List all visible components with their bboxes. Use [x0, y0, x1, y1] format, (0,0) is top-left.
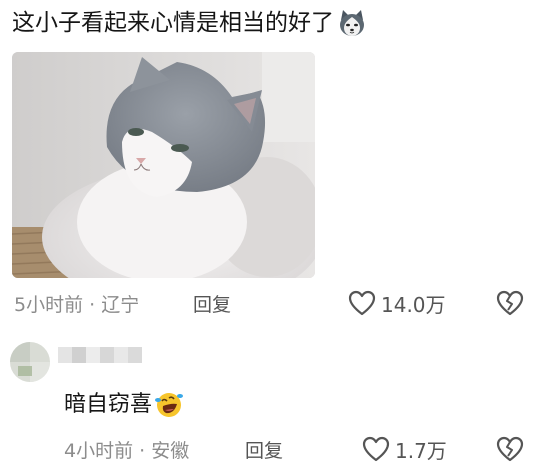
- reply-text-content: 暗自窃喜: [64, 392, 153, 417]
- comment-reply-button[interactable]: 回复: [193, 290, 231, 317]
- reply-like-button[interactable]: 1.7万: [362, 435, 447, 464]
- broken-heart-icon: [496, 436, 524, 462]
- comment-dislike-button[interactable]: [496, 290, 524, 316]
- comment-text: 这小子看起来心情是相当的好了: [12, 8, 367, 38]
- laughing-crying-emoji-icon: [154, 390, 184, 420]
- comment-like-count: 14.0万: [381, 292, 446, 317]
- reply-like-count: 1.7万: [395, 438, 447, 463]
- reply-text: 暗自窃喜: [64, 390, 184, 420]
- comment-time-location: 5小时前 · 辽宁: [14, 293, 140, 316]
- reply-dislike-button[interactable]: [496, 436, 524, 462]
- reply-avatar[interactable]: [10, 342, 50, 382]
- reply-username[interactable]: [58, 344, 148, 366]
- cat-photo[interactable]: [12, 52, 315, 278]
- husky-emoji-icon: [337, 8, 367, 38]
- reply-meta-row: 4小时前 · 安徽 回复 1.7万: [0, 434, 535, 464]
- comment-like-button[interactable]: 14.0万: [348, 289, 446, 318]
- comment-text-content: 这小子看起来心情是相当的好了: [12, 10, 334, 36]
- broken-heart-icon: [496, 290, 524, 316]
- heart-outline-icon: [348, 290, 381, 316]
- reply-reply-button[interactable]: 回复: [245, 436, 283, 463]
- comment-meta-row: 5小时前 · 辽宁 回复 14.0万: [0, 288, 535, 318]
- heart-outline-icon: [362, 436, 395, 462]
- reply-time-location: 4小时前 · 安徽: [64, 439, 190, 462]
